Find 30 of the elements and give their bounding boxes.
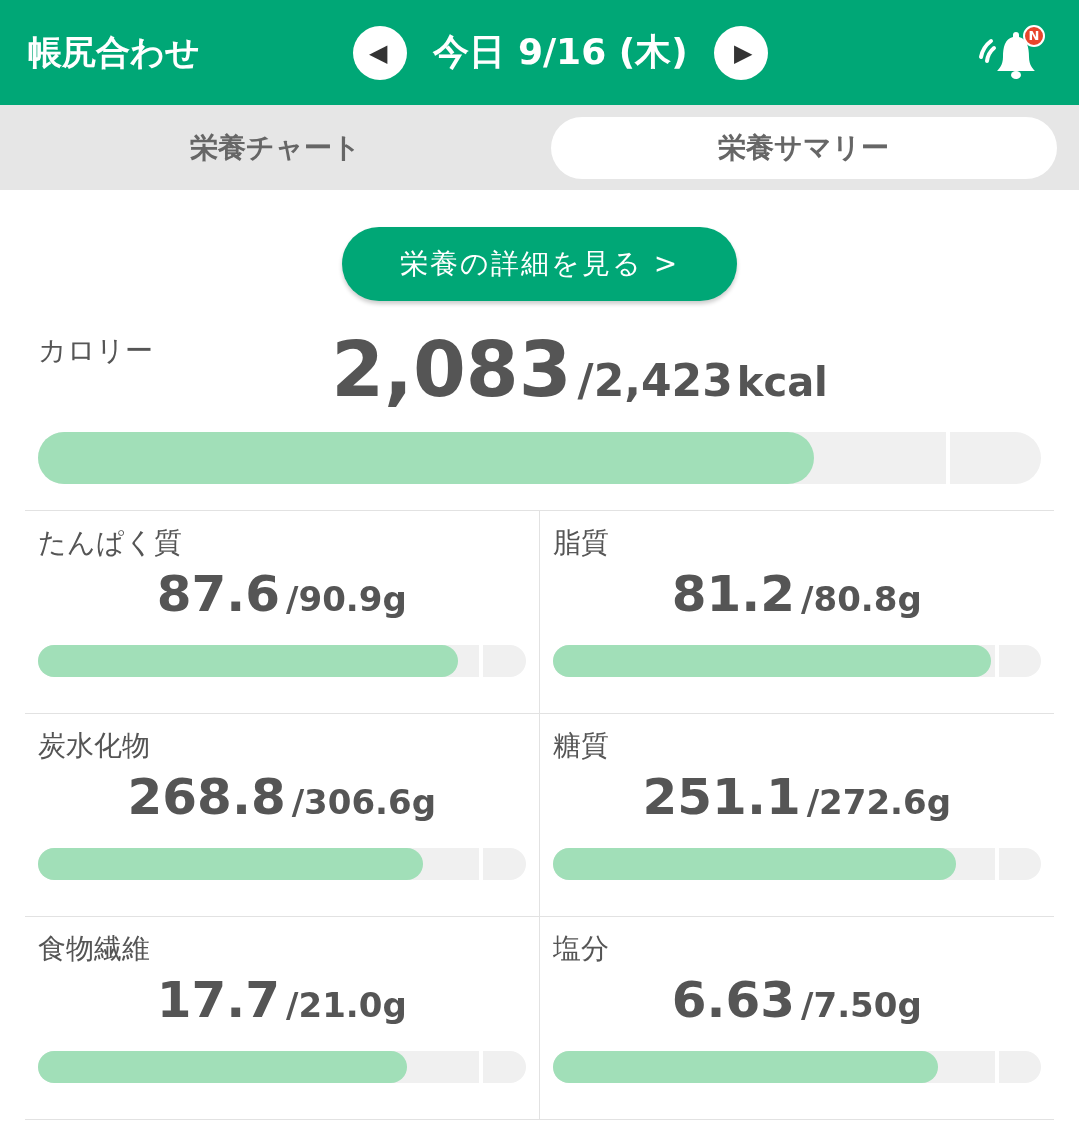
intake-value: 2,083 xyxy=(331,325,572,414)
nutrient-label: 塩分 xyxy=(552,931,610,967)
nutrient-label: カロリー xyxy=(38,333,153,369)
target-value: /7.50g xyxy=(801,985,922,1025)
target-value: /21.0g xyxy=(286,985,407,1025)
intake-value: 87.6 xyxy=(156,565,281,623)
target-value: /306.6g xyxy=(291,782,436,822)
date-label: 今日 9/16 (木) xyxy=(433,30,688,74)
tab[interactable]: 栄養サマリー xyxy=(550,116,1057,179)
intake-value: 6.63 xyxy=(671,971,796,1029)
nutrient-label: たんぱく質 xyxy=(38,525,183,561)
app-title: 帳尻合わせ xyxy=(28,30,201,74)
intake-value: 81.2 xyxy=(671,565,796,623)
nutrient-label: 炭水化物 xyxy=(38,728,151,764)
nutrient-label: 糖質 xyxy=(552,728,610,764)
intake-value: 251.1 xyxy=(642,768,801,826)
unit-label: kcal xyxy=(736,359,828,405)
intake-value: 17.7 xyxy=(156,971,281,1029)
nutrient-label: 食物繊維 xyxy=(38,931,151,967)
next-day-button[interactable]: ▶ xyxy=(713,25,768,80)
target-value: /272.6g xyxy=(806,782,951,822)
target-value: /2,423 xyxy=(577,355,733,406)
previous-day-button[interactable]: ◀ xyxy=(353,25,408,80)
details-button[interactable]: 栄養の詳細を見る > xyxy=(342,227,737,301)
intake-value: 268.8 xyxy=(127,768,286,826)
nutrient-label: 脂質 xyxy=(552,525,610,561)
target-value: /90.9g xyxy=(286,579,407,619)
tab[interactable]: 栄養チャート xyxy=(22,116,529,179)
target-value: /80.8g xyxy=(801,579,922,619)
notification-badge: N xyxy=(1023,24,1045,47)
